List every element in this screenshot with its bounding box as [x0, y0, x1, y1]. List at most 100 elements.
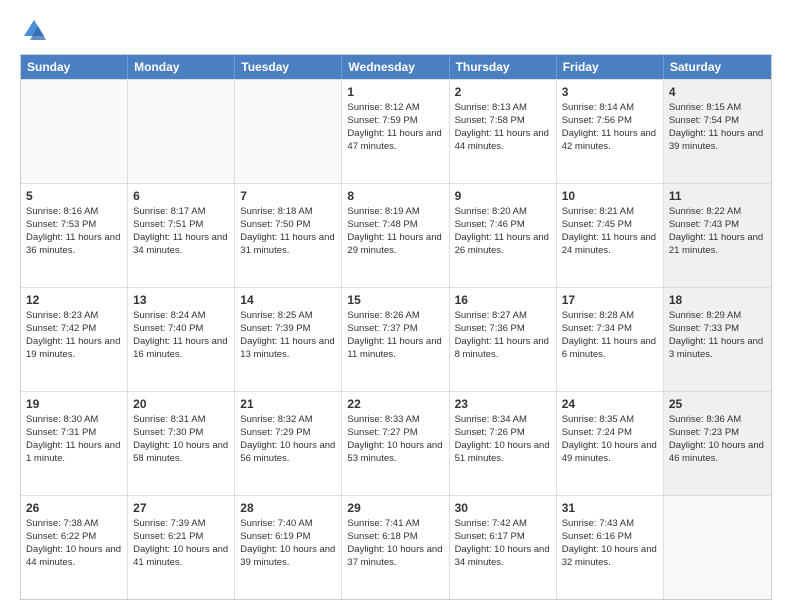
cal-cell — [128, 80, 235, 183]
day-info: Daylight: 11 hours and 8 minutes. — [455, 336, 551, 362]
day-info: Sunrise: 8:16 AM — [26, 206, 122, 219]
cal-cell: 15 Sunrise: 8:26 AMSunset: 7:37 PMDayligh… — [342, 288, 449, 391]
day-info: Daylight: 10 hours and 32 minutes. — [562, 544, 658, 570]
cal-cell: 6Sunrise: 8:17 AMSunset: 7:51 PMDaylight… — [128, 184, 235, 287]
cal-cell: 26Sunrise: 7:38 AMSunset: 6:22 PMDayligh… — [21, 496, 128, 599]
day-info: Daylight: 11 hours and 39 minutes. — [669, 128, 766, 154]
day-info: Daylight: 10 hours and 41 minutes. — [133, 544, 229, 570]
day-number: 25 — [669, 396, 766, 412]
day-number: 6 — [133, 188, 229, 204]
cal-cell: 30Sunrise: 7:42 AMSunset: 6:17 PMDayligh… — [450, 496, 557, 599]
day-info: Daylight: 10 hours and 51 minutes. — [455, 440, 551, 466]
day-info: Daylight: 11 hours and 11 minutes. — [347, 336, 443, 362]
cal-cell — [21, 80, 128, 183]
header-day-thursday: Thursday — [450, 55, 557, 79]
day-info: Sunrise: 8:24 AM — [133, 310, 229, 323]
day-number: 11 — [669, 188, 766, 204]
day-info: Sunset: 7:46 PM — [455, 219, 551, 232]
logo — [20, 16, 52, 44]
day-info: Daylight: 11 hours and 21 minutes. — [669, 232, 766, 258]
week-row-1: 1Sunrise: 8:12 AMSunset: 7:59 PMDaylight… — [21, 79, 771, 183]
cal-cell: 12Sunrise: 8:23 AMSunset: 7:42 PMDayligh… — [21, 288, 128, 391]
cal-cell: 24Sunrise: 8:35 AMSunset: 7:24 PMDayligh… — [557, 392, 664, 495]
day-info: Sunrise: 8:26 AM — [347, 310, 443, 323]
day-info: Daylight: 11 hours and 16 minutes. — [133, 336, 229, 362]
day-info: Sunrise: 8:27 AM — [455, 310, 551, 323]
calendar-header: SundayMondayTuesdayWednesdayThursdayFrid… — [21, 55, 771, 79]
day-info: Sunset: 7:43 PM — [669, 219, 766, 232]
cal-cell: 9Sunrise: 8:20 AMSunset: 7:46 PMDaylight… — [450, 184, 557, 287]
day-info: Sunset: 7:51 PM — [133, 219, 229, 232]
header-day-saturday: Saturday — [664, 55, 771, 79]
day-info: Daylight: 10 hours and 53 minutes. — [347, 440, 443, 466]
calendar: SundayMondayTuesdayWednesdayThursdayFrid… — [20, 54, 772, 600]
day-info: Sunrise: 8:15 AM — [669, 102, 766, 115]
cal-cell: 1Sunrise: 8:12 AMSunset: 7:59 PMDaylight… — [342, 80, 449, 183]
day-info: Sunset: 6:22 PM — [26, 531, 122, 544]
cal-cell: 3Sunrise: 8:14 AMSunset: 7:56 PMDaylight… — [557, 80, 664, 183]
day-info: Sunset: 7:27 PM — [347, 427, 443, 440]
day-info: Sunset: 7:59 PM — [347, 115, 443, 128]
day-number: 31 — [562, 500, 658, 516]
day-info: Daylight: 11 hours and 44 minutes. — [455, 128, 551, 154]
day-info: Sunrise: 8:20 AM — [455, 206, 551, 219]
day-info: Daylight: 10 hours and 49 minutes. — [562, 440, 658, 466]
day-info: Daylight: 11 hours and 26 minutes. — [455, 232, 551, 258]
day-info: Sunset: 7:48 PM — [347, 219, 443, 232]
day-info: Sunset: 7:45 PM — [562, 219, 658, 232]
day-info: Daylight: 11 hours and 29 minutes. — [347, 232, 443, 258]
day-info: Sunset: 7:34 PM — [562, 323, 658, 336]
cal-cell: 29Sunrise: 7:41 AMSunset: 6:18 PMDayligh… — [342, 496, 449, 599]
day-info: Sunset: 7:24 PM — [562, 427, 658, 440]
day-number: 15 — [347, 292, 443, 308]
header-day-monday: Monday — [128, 55, 235, 79]
day-info: Sunrise: 8:31 AM — [133, 414, 229, 427]
day-info: Sunrise: 8:33 AM — [347, 414, 443, 427]
week-row-5: 26Sunrise: 7:38 AMSunset: 6:22 PMDayligh… — [21, 495, 771, 599]
day-info: Sunset: 7:39 PM — [240, 323, 336, 336]
day-info: Daylight: 11 hours and 34 minutes. — [133, 232, 229, 258]
cal-cell: 27Sunrise: 7:39 AMSunset: 6:21 PMDayligh… — [128, 496, 235, 599]
day-number: 10 — [562, 188, 658, 204]
day-number: 18 — [669, 292, 766, 308]
day-info: Sunrise: 8:12 AM — [347, 102, 443, 115]
day-number: 27 — [133, 500, 229, 516]
cal-cell: 14Sunrise: 8:25 AMSunset: 7:39 PMDayligh… — [235, 288, 342, 391]
page: SundayMondayTuesdayWednesdayThursdayFrid… — [0, 0, 792, 612]
day-number: 26 — [26, 500, 122, 516]
day-info: Daylight: 11 hours and 36 minutes. — [26, 232, 122, 258]
day-number: 19 — [26, 396, 122, 412]
cal-cell — [664, 496, 771, 599]
cal-cell: 19Sunrise: 8:30 AMSunset: 7:31 PMDayligh… — [21, 392, 128, 495]
day-number: 22 — [347, 396, 443, 412]
day-info: Daylight: 11 hours and 13 minutes. — [240, 336, 336, 362]
week-row-4: 19Sunrise: 8:30 AMSunset: 7:31 PMDayligh… — [21, 391, 771, 495]
day-info: Daylight: 10 hours and 58 minutes. — [133, 440, 229, 466]
day-number: 16 — [455, 292, 551, 308]
cal-cell: 21Sunrise: 8:32 AMSunset: 7:29 PMDayligh… — [235, 392, 342, 495]
day-info: Sunset: 7:36 PM — [455, 323, 551, 336]
day-info: Daylight: 10 hours and 46 minutes. — [669, 440, 766, 466]
calendar-body: 1Sunrise: 8:12 AMSunset: 7:59 PMDaylight… — [21, 79, 771, 599]
day-info: Sunrise: 8:19 AM — [347, 206, 443, 219]
cal-cell: 23Sunrise: 8:34 AMSunset: 7:26 PMDayligh… — [450, 392, 557, 495]
cal-cell: 22 Sunrise: 8:33 AMSunset: 7:27 PMDayligh… — [342, 392, 449, 495]
cal-cell: 8Sunrise: 8:19 AMSunset: 7:48 PMDaylight… — [342, 184, 449, 287]
day-info: Sunset: 6:16 PM — [562, 531, 658, 544]
day-info: Daylight: 11 hours and 24 minutes. — [562, 232, 658, 258]
day-number: 5 — [26, 188, 122, 204]
day-number: 2 — [455, 84, 551, 100]
cal-cell — [235, 80, 342, 183]
day-info: Daylight: 10 hours and 39 minutes. — [240, 544, 336, 570]
day-info: Sunset: 7:37 PM — [347, 323, 443, 336]
cal-cell: 20Sunrise: 8:31 AMSunset: 7:30 PMDayligh… — [128, 392, 235, 495]
day-info: Sunrise: 8:35 AM — [562, 414, 658, 427]
header-day-wednesday: Wednesday — [342, 55, 449, 79]
day-number: 20 — [133, 396, 229, 412]
day-info: Sunset: 7:23 PM — [669, 427, 766, 440]
day-info: Sunrise: 7:43 AM — [562, 518, 658, 531]
day-info: Sunrise: 8:18 AM — [240, 206, 336, 219]
day-info: Sunrise: 8:32 AM — [240, 414, 336, 427]
day-info: Sunrise: 8:21 AM — [562, 206, 658, 219]
cal-cell: 10 Sunrise: 8:21 AMSunset: 7:45 PMDayligh… — [557, 184, 664, 287]
